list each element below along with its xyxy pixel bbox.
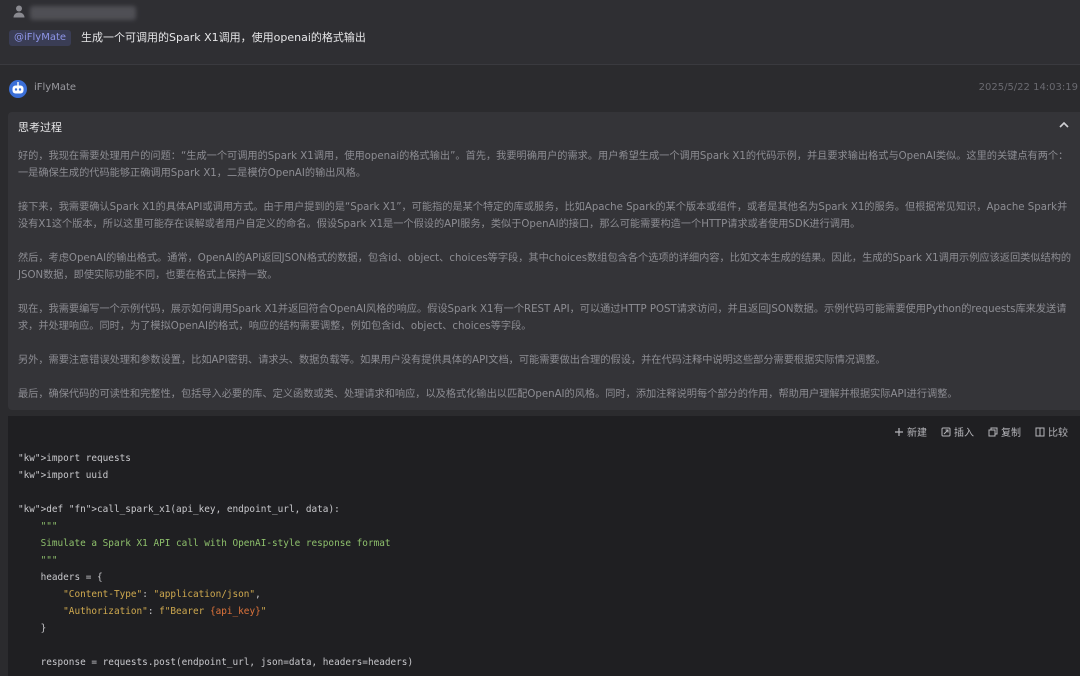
thinking-paragraph: 接下来，我需要确认Spark X1的具体API或调用方式。由于用户提到的是“Sp… <box>18 202 1068 230</box>
thinking-title: 思考过程 <box>18 121 62 134</box>
code-line: "kw">import requests <box>18 453 131 464</box>
copy-button-label: 复制 <box>1001 428 1021 439</box>
thinking-paragraph: 现在，我需要编写一个示例代码，展示如何调用Spark X1并返回符合OpenAI… <box>18 304 1067 332</box>
code-line: "kw">def "fn">call_spark_x1(api_key, end… <box>18 504 340 515</box>
code-line: response = requests.post(endpoint_url, j… <box>18 657 414 668</box>
code-content: "kw">import requests "kw">import uuid "k… <box>18 450 413 671</box>
message-timestamp: 2025/5/22 14:03:19 <box>978 82 1078 93</box>
insert-button[interactable]: 插入 <box>941 424 974 439</box>
compare-icon <box>1035 427 1045 436</box>
thinking-panel: 思考过程 好的，我现在需要处理用户的问题：“生成一个可调用的Spark X1调用… <box>8 112 1080 410</box>
code-line: """ <box>18 555 58 566</box>
compare-button-label: 比较 <box>1048 428 1068 439</box>
thinking-paragraph: 然后，考虑OpenAI的输出格式。通常，OpenAI的API返回JSON格式的数… <box>18 253 1072 281</box>
user-name-blurred <box>30 6 136 20</box>
bot-header: iFlyMate 2025/5/22 14:03:19 <box>0 70 1080 108</box>
copy-button[interactable]: 复制 <box>988 424 1021 439</box>
code-line: Simulate a Spark X1 API call with OpenAI… <box>18 538 391 549</box>
compare-button[interactable]: 比较 <box>1035 424 1068 439</box>
divider <box>0 64 1080 65</box>
new-button-label: 新建 <box>907 428 927 439</box>
chevron-up-icon[interactable] <box>1058 120 1070 130</box>
code-line: "kw">import uuid <box>18 470 109 481</box>
user-message-text: 生成一个可调用的Spark X1调用，使用openai的格式输出 <box>81 31 366 44</box>
thinking-content: 好的，我现在需要处理用户的问题：“生成一个可调用的Spark X1调用，使用op… <box>18 148 1074 420</box>
code-line: "Content-Type": "application/json", <box>63 589 261 600</box>
insert-icon <box>941 427 951 436</box>
code-toolbar: 新建 插入 复制 比较 <box>894 424 1068 439</box>
bot-name: iFlyMate <box>34 82 77 93</box>
thinking-paragraph: 好的，我现在需要处理用户的问题：“生成一个可调用的Spark X1调用，使用op… <box>18 151 1069 179</box>
copy-icon <box>988 427 998 436</box>
bot-avatar-icon <box>9 80 27 98</box>
insert-button-label: 插入 <box>954 428 974 439</box>
thinking-paragraph: 最后，确保代码的可读性和完整性，包括导入必要的库、定义函数或类、处理请求和响应，… <box>18 389 958 400</box>
plus-icon <box>895 427 903 436</box>
user-avatar-icon <box>13 5 25 18</box>
code-line: "Authorization": f"Bearer {api_key}" <box>63 606 267 617</box>
user-message-bar: @iFlyMate 生成一个可调用的Spark X1调用，使用openai的格式… <box>0 0 1080 64</box>
code-line: """ <box>18 521 58 532</box>
code-block: 新建 插入 复制 比较 "kw">import requests "kw">im… <box>8 416 1080 676</box>
thinking-paragraph: 另外，需要注意错误处理和参数设置，比如API密钥、请求头、数据负载等。如果用户没… <box>18 355 886 366</box>
mention-tag[interactable]: @iFlyMate <box>9 30 72 46</box>
new-button[interactable]: 新建 <box>894 424 927 439</box>
code-line: headers = { <box>18 572 103 583</box>
code-line: } <box>18 623 47 634</box>
